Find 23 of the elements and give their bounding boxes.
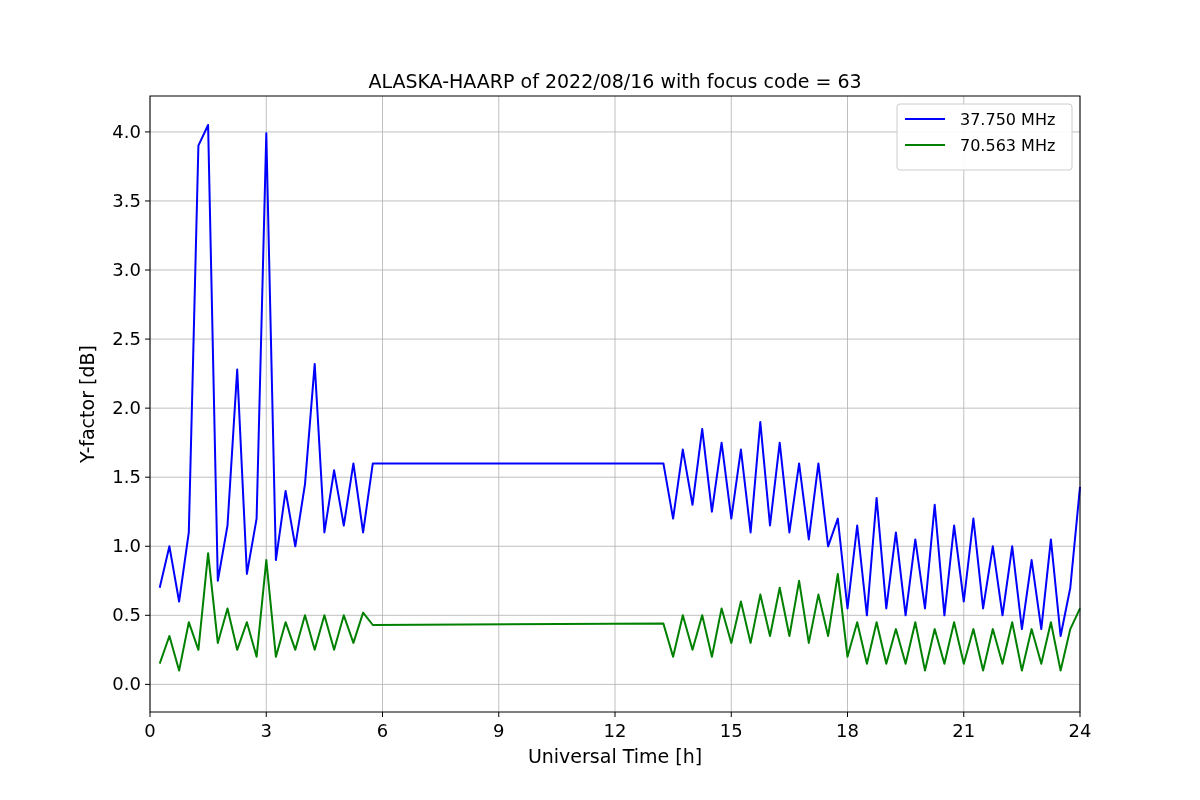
tick-label: 3 xyxy=(260,720,272,741)
legend-label: 37.750 MHz xyxy=(960,110,1056,129)
tick-label: 2.0 xyxy=(112,397,141,419)
tick-label: 0 xyxy=(144,720,156,741)
tick-label: 3.0 xyxy=(112,259,141,281)
tick-label: 21 xyxy=(952,720,976,741)
chart-title: ALASKA-HAARP of 2022/08/16 with focus code = 63 xyxy=(368,70,862,92)
tick-label: 3.5 xyxy=(112,189,141,211)
tick-label: 1.0 xyxy=(112,535,141,557)
tick-label: 18 xyxy=(836,720,859,741)
tick-label: 2.5 xyxy=(112,328,141,350)
x-axis-label: Universal Time [h] xyxy=(527,745,703,767)
tick-label: 15 xyxy=(719,720,743,741)
tick-label: 24 xyxy=(1068,720,1092,741)
tick-label: 0.5 xyxy=(112,604,141,626)
tick-label: 1.5 xyxy=(112,466,141,488)
legend-label: 70.563 MHz xyxy=(960,136,1056,155)
tick-label: 0.0 xyxy=(112,673,141,695)
tick-label: 12 xyxy=(603,720,627,741)
y-axis-label: Y-factor [dB] xyxy=(76,345,98,463)
tick-label: 9 xyxy=(493,720,505,741)
tick-label: 6 xyxy=(376,720,389,741)
tick-label: 4.0 xyxy=(112,120,141,142)
